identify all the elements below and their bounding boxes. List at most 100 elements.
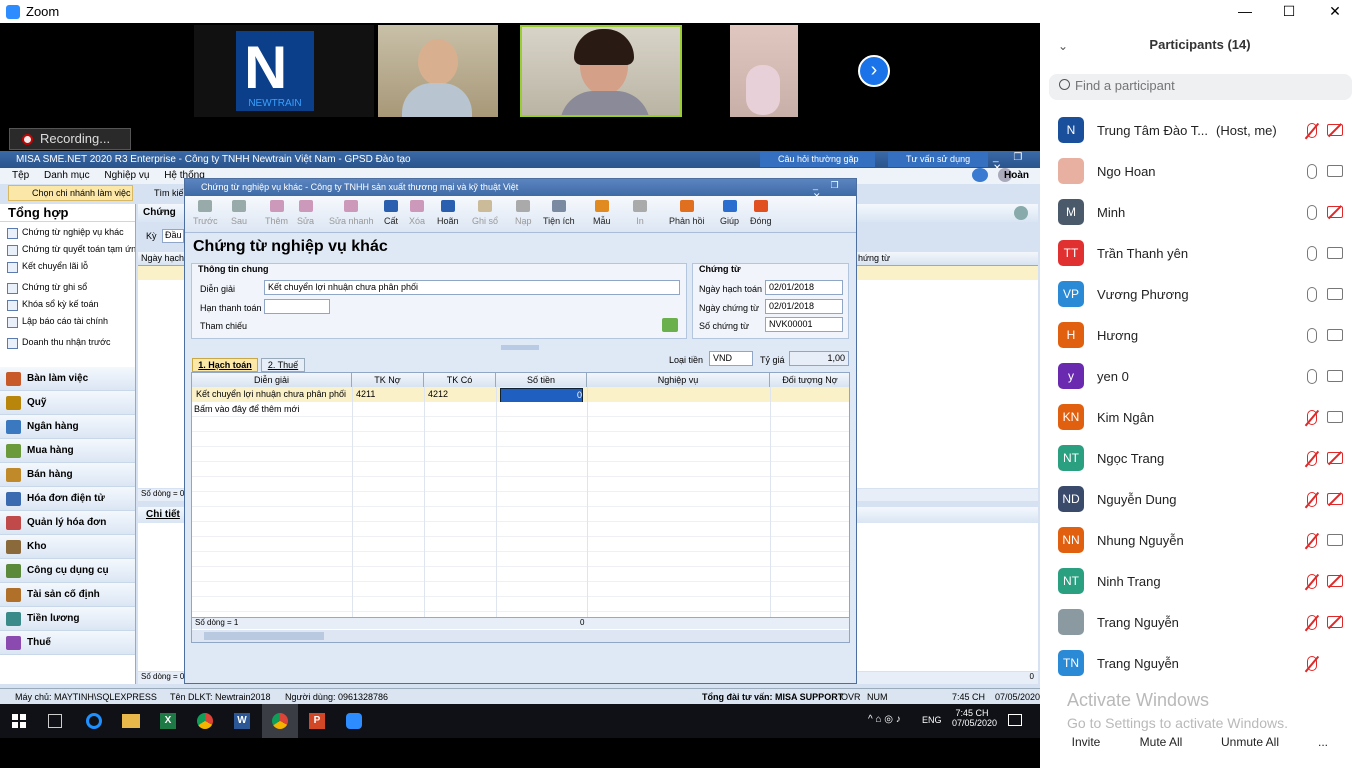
exchange-rate-input[interactable]: 1,00 [789, 351, 849, 366]
participant-row[interactable]: Ngo Hoan [1040, 151, 1360, 192]
add-row-hint[interactable]: Bấm vào đây để thêm mới [192, 402, 849, 417]
more-options-button[interactable]: ... [1308, 731, 1338, 753]
participant-row[interactable]: VP Vương Phương [1040, 274, 1360, 315]
mic-muted-icon[interactable] [1307, 574, 1317, 589]
grid-column-header[interactable]: Số tiền [496, 373, 587, 387]
mic-muted-icon[interactable] [1307, 492, 1317, 507]
toolbar-button[interactable]: Nạp [515, 198, 532, 226]
menu-item[interactable]: Tệp [12, 170, 29, 181]
nav-module[interactable]: Bàn làm việc [0, 367, 135, 391]
participant-row[interactable]: H Hương [1040, 315, 1360, 356]
video-tile-participant[interactable] [378, 25, 498, 117]
description-input[interactable]: Kết chuyển lợi nhuận chưa phân phối [264, 280, 680, 295]
nav-module[interactable]: Ngân hàng [0, 415, 135, 439]
table-cell[interactable]: 4211 [356, 388, 420, 401]
grid-column-header[interactable]: Đối tượng Nợ [770, 373, 849, 387]
mute-all-button[interactable]: Mute All [1130, 731, 1192, 753]
search-input[interactable] [1075, 78, 1335, 93]
camera-icon[interactable] [1327, 165, 1343, 177]
mic-muted-icon[interactable] [1307, 451, 1317, 466]
camera-off-icon[interactable] [1327, 575, 1343, 587]
grid-column-header[interactable]: Nghiệp vụ [587, 373, 770, 387]
video-tile-participant[interactable] [730, 25, 798, 117]
nav-module[interactable]: Mua hàng [0, 439, 135, 463]
nav-module[interactable]: Quỹ [0, 391, 135, 415]
mic-icon[interactable] [1307, 328, 1317, 343]
mic-icon[interactable] [1307, 369, 1317, 384]
minimize-button[interactable]: — [1222, 0, 1268, 23]
table-cell[interactable]: Kết chuyển lợi nhuận chưa phân phối [196, 388, 348, 401]
quick-link[interactable]: Chứng từ ghi sổ [0, 279, 135, 296]
nav-module[interactable]: Quản lý hóa đơn [0, 511, 135, 535]
toolbar-button[interactable]: Cất [384, 198, 398, 226]
currency-select[interactable]: VND [709, 351, 753, 366]
toolbar-button[interactable]: Sửa [297, 198, 314, 226]
participant-row[interactable]: TN Trang Nguyễn [1040, 643, 1360, 684]
participant-row[interactable]: ND Nguyễn Dung [1040, 479, 1360, 520]
participant-row[interactable]: NT Ninh Trang [1040, 561, 1360, 602]
tray-icons[interactable]: ^ ⌂ ◎ ♪ [868, 714, 901, 725]
participant-row[interactable]: N Trung Tâm Đào T... (Host, me) [1040, 110, 1360, 151]
camera-icon[interactable] [1327, 247, 1343, 259]
recording-indicator[interactable]: Recording... [9, 128, 131, 150]
notifications-icon[interactable] [1008, 714, 1022, 726]
edge-icon[interactable] [86, 713, 102, 729]
participant-row[interactable]: Trang Nguyễn [1040, 602, 1360, 643]
nav-module[interactable]: Thuế [0, 631, 135, 655]
chrome-icon[interactable] [197, 713, 213, 729]
powerpoint-icon[interactable]: P [309, 713, 325, 729]
mic-icon[interactable] [1307, 246, 1317, 261]
menu-item[interactable]: Nghiệp vụ [104, 170, 149, 181]
nav-module[interactable]: Tiền lương [0, 607, 135, 631]
toolbar-button[interactable]: Ghi sổ [472, 198, 498, 226]
settings-gear-icon[interactable] [1014, 206, 1028, 220]
advice-button[interactable]: Tư vấn sử dụng [888, 152, 988, 167]
camera-icon[interactable] [1327, 411, 1343, 423]
toolbar-button[interactable]: Trước [193, 198, 218, 226]
quick-link[interactable]: Kết chuyển lãi lỗ [0, 258, 135, 275]
faq-button[interactable]: Câu hỏi thường gặp [760, 152, 875, 167]
start-icon[interactable] [12, 714, 26, 728]
mic-icon[interactable] [1307, 205, 1317, 220]
language-indicator[interactable]: ENG [922, 715, 942, 725]
tab-accounting[interactable]: 1. Hạch toán [192, 358, 258, 372]
grid-column-header[interactable]: TK Có [424, 373, 496, 387]
toolbar-button[interactable]: Sau [231, 198, 247, 226]
participant-row[interactable]: NN Nhung Nguyễn [1040, 520, 1360, 561]
notification-icon[interactable] [972, 168, 988, 182]
splitter-handle[interactable] [501, 345, 539, 350]
quick-link[interactable]: Lập báo cáo tài chính [0, 313, 135, 330]
toolbar-button[interactable]: Tiện ích [543, 198, 575, 226]
participant-search[interactable] [1049, 74, 1352, 100]
user-name[interactable]: Hoàn [1004, 168, 1029, 184]
toolbar-button[interactable]: Phản hồi [669, 198, 705, 226]
toolbar-button[interactable]: Hoãn [437, 198, 459, 226]
zoom-taskbar-icon[interactable] [346, 713, 362, 729]
nav-module[interactable]: Hóa đơn điện tử [0, 487, 135, 511]
participant-row[interactable]: M Minh [1040, 192, 1360, 233]
task-view-icon[interactable] [48, 714, 62, 728]
toolbar-button[interactable]: Đóng [750, 198, 772, 226]
table-cell[interactable]: 4212 [428, 388, 492, 401]
nav-module[interactable]: Công cụ dụng cụ [0, 559, 135, 583]
nav-module[interactable]: Tài sản cố định [0, 583, 135, 607]
table-row[interactable]: Kết chuyển lợi nhuận chưa phân phối 4211 4… [192, 387, 849, 403]
maximize-button[interactable]: ☐ [1266, 0, 1312, 23]
file-explorer-icon[interactable] [122, 714, 140, 728]
camera-icon[interactable] [1327, 534, 1343, 546]
toolbar-button[interactable]: Mẫu [593, 198, 611, 226]
table-cell[interactable]: 0 [500, 388, 583, 403]
clock[interactable]: 7:45 CH 07/05/2020 [952, 708, 997, 728]
participant-row[interactable]: y yen 0 [1040, 356, 1360, 397]
mic-muted-icon[interactable] [1307, 533, 1317, 548]
next-page-arrow-icon[interactable]: › [858, 55, 890, 87]
grid-column-header[interactable]: TK Nợ [352, 373, 424, 387]
toolbar-button[interactable]: Thêm [265, 198, 288, 226]
mic-icon[interactable] [1307, 164, 1317, 179]
taskbar-active-app[interactable] [262, 704, 298, 738]
close-button[interactable]: ✕ [1312, 0, 1358, 23]
unmute-all-button[interactable]: Unmute All [1214, 731, 1286, 753]
camera-icon[interactable] [1327, 370, 1343, 382]
branch-selector[interactable]: Chọn chi nhánh làm việc [8, 185, 133, 201]
tab-tax[interactable]: 2. Thuế [261, 358, 305, 372]
